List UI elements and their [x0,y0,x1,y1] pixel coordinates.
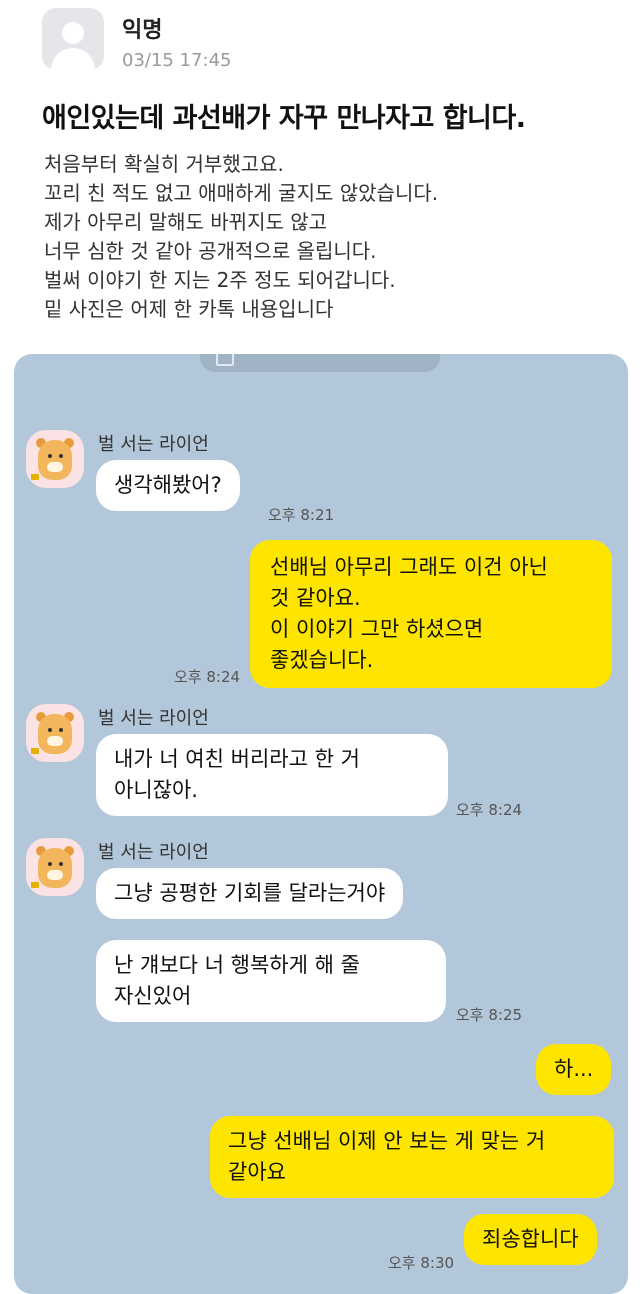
lion-avatar [26,430,84,488]
message-text: 그냥 공평한 기회를 달라는거야 [114,881,386,905]
post-body-line: 처음부터 확실히 거부했고요. [44,152,284,176]
message-time: 오후 8:21 [268,506,335,524]
post-body-line: 제가 아무리 말해도 바뀌지도 않고 [44,210,328,234]
post-body-line: 밑 사진은 어제 한 카톡 내용입니다 [44,297,334,321]
sender-name: 벌 서는 라이언 [98,708,209,729]
message-bubble: 내가 너 여친 버리라고 한 거 아니잖아. [96,734,448,816]
message-text: 하... [554,1057,594,1081]
lion-avatar [26,838,84,896]
message-bubble: 생각해봤어? [96,460,240,511]
message-line: 자신있어 [114,984,192,1008]
post-body: 처음부터 확실히 거부했고요. 꼬리 친 적도 없고 애매하게 굴지도 않았습니… [44,150,438,324]
message-line: 아니잖아. [114,778,198,802]
message-line: 그냥 선배님 이제 안 보는 게 맞는 거 [228,1129,546,1153]
person-icon [62,22,84,44]
message-line: 이 이야기 그만 하셨으면 [270,617,484,641]
message-time: 오후 8:24 [174,668,241,686]
post-body-line: 벌써 이야기 한 지는 2주 정도 되어갑니다. [44,268,396,292]
post-author: 익명 [122,18,163,43]
message-text: 생각해봤어? [114,473,222,497]
message-line: 좋겠습니다. [270,648,374,672]
crown-icon [31,748,39,754]
author-avatar [42,8,104,70]
crown-icon [31,474,39,480]
message-bubble: 죄송합니다 [464,1214,597,1265]
message-bubble: 선배님 아무리 그래도 이건 아닌 것 같아요. 이 이야기 그만 하셨으면 좋… [250,540,612,688]
message-line: 난 걔보다 너 행복하게 해 줄 [114,953,360,977]
calendar-icon [216,354,234,366]
message-time: 오후 8:25 [456,1006,523,1024]
post-title: 애인있는데 과선배가 자꾸 만나자고 합니다. [42,103,526,134]
message-time: 오후 8:30 [388,1254,455,1272]
chat-screenshot: 벌 서는 라이언 생각해봤어? 오후 8:21 선배님 아무리 그래도 이건 아… [14,354,628,1294]
sender-name: 벌 서는 라이언 [98,842,209,863]
message-bubble: 그냥 선배님 이제 안 보는 게 맞는 거 같아요 [210,1116,614,1198]
post-body-line: 너무 심한 것 같아 공개적으로 올립니다. [44,239,377,263]
post-date: 03/15 17:45 [122,50,232,71]
message-bubble: 그냥 공평한 기회를 달라는거야 [96,868,404,919]
message-line: 내가 너 여친 버리라고 한 거 [114,747,360,771]
message-bubble: 난 걔보다 너 행복하게 해 줄 자신있어 [96,940,446,1022]
crown-icon [31,882,39,888]
message-text: 죄송합니다 [482,1227,579,1251]
date-divider [200,354,440,372]
message-time: 오후 8:24 [456,801,523,819]
post-body-line: 꼬리 친 적도 없고 애매하게 굴지도 않았습니다. [44,181,439,205]
sender-name: 벌 서는 라이언 [98,434,209,455]
message-bubble: 하... [536,1044,612,1095]
lion-avatar [26,704,84,762]
message-line: 것 같아요. [270,586,361,610]
message-line: 같아요 [228,1160,286,1184]
message-line: 선배님 아무리 그래도 이건 아닌 [270,555,548,579]
